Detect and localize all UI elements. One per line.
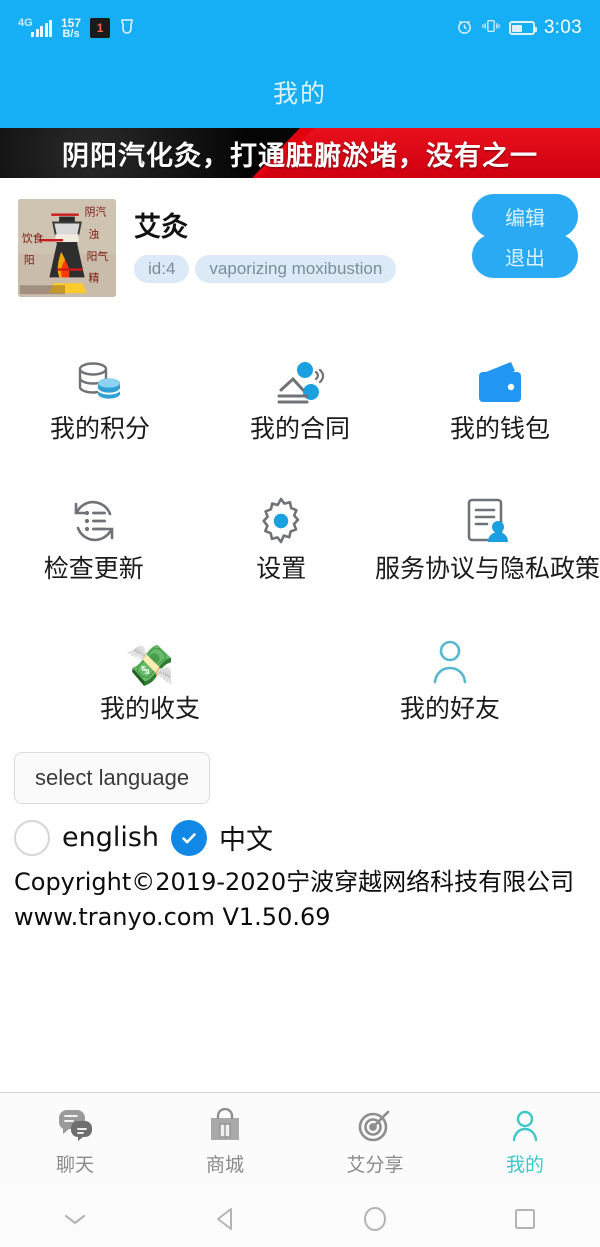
person-outline-icon <box>427 632 473 686</box>
promo-banner[interactable]: 阴阳汽化灸，打通脏腑淤堵，没有之一 <box>0 128 600 178</box>
edit-button[interactable]: 编辑 <box>472 194 578 238</box>
svg-text:饮食: 饮食 <box>22 232 44 245</box>
menu-grid: 我的积分 我的合同 我的钱包 检查更新 设置 服务协议与隐私政策 💸 我的收支 … <box>0 318 600 746</box>
alarm-icon <box>456 18 473 38</box>
page-title: 我的 <box>272 80 327 108</box>
svg-text:阳气: 阳气 <box>87 250 109 263</box>
battery-icon <box>508 21 537 35</box>
bottom-tabbar: 聊天 商城 艾分享 我的 <box>0 1092 600 1190</box>
status-bar-left: 4G 157 B/s 1 <box>18 17 135 40</box>
chat-icon <box>57 1106 93 1144</box>
tab-label: 商城 <box>205 1154 244 1176</box>
refresh-list-icon <box>68 492 120 546</box>
menu-item-wallet[interactable]: 我的钱包 <box>400 326 600 466</box>
notification-icon: 1 <box>90 18 111 38</box>
menu-label: 我的积分 <box>49 413 150 443</box>
tab-label: 我的 <box>505 1154 544 1176</box>
menu-label: 我的合同 <box>249 413 350 443</box>
menu-label: 服务协议与隐私政策 <box>375 553 600 583</box>
clock: 3:03 <box>543 17 582 38</box>
vibrate-icon <box>482 18 500 38</box>
menu-item-points[interactable]: 我的积分 <box>0 326 200 466</box>
radio-english-label: english <box>62 822 160 853</box>
tab-shop[interactable]: 商城 <box>150 1106 300 1177</box>
menu-label: 我的钱包 <box>449 413 550 443</box>
contract-person-icon <box>273 352 327 406</box>
signal-bars <box>31 19 52 37</box>
document-person-icon <box>464 492 512 546</box>
svg-text:阴汽: 阴汽 <box>85 206 107 219</box>
svg-text:阳: 阳 <box>24 254 35 267</box>
android-navbar <box>0 1190 600 1247</box>
data-rate-unit: B/s <box>62 27 80 40</box>
menu-label: 设置 <box>256 553 307 583</box>
app-root: 4G 157 B/s 1 3:03 我的 阴阳汽化灸，打通脏腑淤堵，没有之一 阴… <box>0 0 600 1247</box>
tab-mine[interactable]: 我的 <box>450 1106 600 1177</box>
person-icon <box>509 1106 541 1144</box>
status-bar-right: 3:03 <box>456 17 582 39</box>
tab-label: 聊天 <box>55 1154 94 1176</box>
radio-english[interactable] <box>14 819 50 856</box>
money-hand-icon: 💸 <box>125 643 175 688</box>
menu-item-income-expense[interactable]: 💸 我的收支 <box>0 606 300 746</box>
wallet-icon <box>475 352 525 406</box>
data-rate-value: 157 <box>61 15 82 30</box>
recents-icon[interactable] <box>450 1207 600 1231</box>
copyright-block: Copyright©2019-2020宁波穿越网络科技有限公司 www.tran… <box>14 865 586 935</box>
menu-item-friends[interactable]: 我的好友 <box>300 606 600 746</box>
profile-tag-id: id:4 <box>134 254 190 283</box>
tab-label: 艾分享 <box>346 1154 404 1176</box>
menu-item-privacy-policy[interactable]: 服务协议与隐私政策 <box>375 466 600 606</box>
avatar[interactable]: 阴汽浊 阳气精 饮食阳 <box>18 199 116 297</box>
menu-label: 检查更新 <box>43 553 144 583</box>
svg-text:浊: 浊 <box>89 228 100 241</box>
menu-item-check-update[interactable]: 检查更新 <box>0 466 188 606</box>
database-coins-icon <box>74 352 126 406</box>
radio-chinese[interactable] <box>171 819 208 856</box>
menu-row-2: 检查更新 设置 服务协议与隐私政策 <box>0 466 600 606</box>
shield-icon <box>119 18 135 39</box>
network-type-label: 4G <box>18 16 33 29</box>
check-icon <box>182 832 196 843</box>
profile-tag-role: vaporizing moxibustion <box>195 254 397 283</box>
avatar-image: 阴汽浊 阳气精 饮食阳 <box>18 199 116 297</box>
menu-label: 我的收支 <box>99 693 200 723</box>
hide-keyboard-icon[interactable] <box>0 1211 150 1227</box>
radio-chinese-label: 中文 <box>219 825 274 856</box>
menu-item-settings[interactable]: 设置 <box>188 466 376 606</box>
logout-button[interactable]: 退出 <box>472 234 578 278</box>
shop-bag-icon <box>209 1106 241 1144</box>
notification-badge-count: 1 <box>96 21 104 35</box>
tab-chat[interactable]: 聊天 <box>0 1106 150 1177</box>
target-icon <box>358 1106 392 1144</box>
language-options: english 中文 <box>14 818 586 857</box>
menu-row-1: 我的积分 我的合同 我的钱包 <box>0 326 600 466</box>
data-rate: 157 B/s <box>61 17 81 40</box>
menu-item-contract[interactable]: 我的合同 <box>200 326 400 466</box>
select-language-button[interactable]: select language <box>14 752 211 804</box>
svg-text:精: 精 <box>89 271 100 284</box>
app-header: 我的 <box>0 56 600 128</box>
home-icon[interactable] <box>300 1206 450 1232</box>
site-version-line: www.tranyo.com V1.50.69 <box>14 902 331 931</box>
signal-icon: 4G <box>18 16 52 37</box>
status-bar: 4G 157 B/s 1 3:03 <box>0 0 600 56</box>
tab-share[interactable]: 艾分享 <box>300 1106 450 1177</box>
language-section: select language english 中文 Copyright©201… <box>0 746 600 935</box>
profile-card: 阴汽浊 阳气精 饮食阳 艾灸 id:4 vaporizing moxibusti… <box>0 178 600 318</box>
back-icon[interactable] <box>150 1206 300 1232</box>
menu-label: 我的好友 <box>399 693 500 723</box>
profile-actions: 编辑 退出 <box>472 194 578 278</box>
copyright-line: Copyright©2019-2020宁波穿越网络科技有限公司 <box>14 868 575 896</box>
menu-row-3: 💸 我的收支 我的好友 <box>0 606 600 746</box>
banner-text: 阴阳汽化灸，打通脏腑淤堵，没有之一 <box>62 140 538 172</box>
gear-icon <box>256 492 306 546</box>
